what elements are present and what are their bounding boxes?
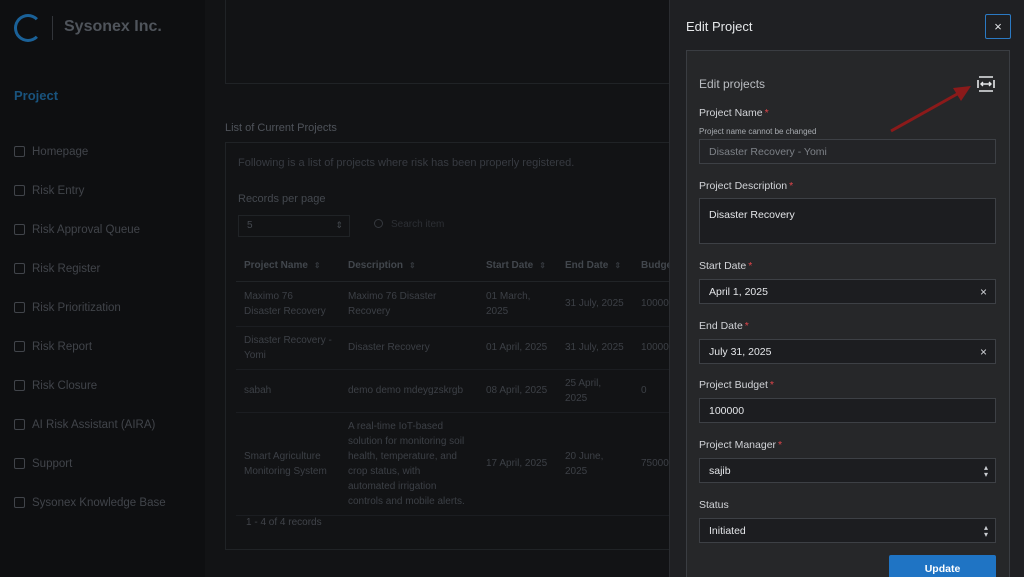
project-budget-label: Project Budget * <box>699 379 774 391</box>
project-name-field: Disaster Recovery - Yomi <box>699 139 996 164</box>
clear-start-date-icon[interactable]: × <box>980 285 987 299</box>
close-button[interactable]: × <box>985 14 1011 39</box>
edit-form-panel: Edit projects Project Name * Project name… <box>686 50 1010 577</box>
status-label: Status <box>699 499 729 511</box>
project-description-field[interactable]: Disaster Recovery <box>699 198 996 244</box>
edit-project-drawer: Edit Project × Edit projects Project Nam… <box>669 0 1024 577</box>
chevron-updown-icon: ▴ ▾ <box>983 463 988 479</box>
start-date-label: Start Date * <box>699 260 753 272</box>
project-budget-value: 100000 <box>709 404 745 417</box>
project-name-value: Disaster Recovery - Yomi <box>709 145 827 158</box>
start-date-value: April 1, 2025 <box>709 285 768 298</box>
expand-width-icon[interactable] <box>977 76 995 92</box>
project-description-label: Project Description * <box>699 180 794 192</box>
chevron-updown-icon: ▴ ▾ <box>983 523 988 539</box>
panel-title: Edit projects <box>699 77 766 91</box>
end-date-value: July 31, 2025 <box>709 345 772 358</box>
update-button[interactable]: Update <box>889 555 996 577</box>
project-manager-value: sajib <box>709 464 731 477</box>
status-select[interactable]: Initiated ▴ ▾ <box>699 518 996 543</box>
annotation-arrow-icon <box>890 86 971 133</box>
start-date-field[interactable]: April 1, 2025 × <box>699 279 996 304</box>
project-name-hint: Project name cannot be changed <box>699 127 817 136</box>
project-manager-select[interactable]: sajib ▴ ▾ <box>699 458 996 483</box>
clear-end-date-icon[interactable]: × <box>980 345 987 359</box>
drawer-title: Edit Project <box>686 19 753 34</box>
project-description-value: Disaster Recovery <box>709 209 795 221</box>
close-icon: × <box>994 19 1002 34</box>
project-name-label: Project Name * <box>699 107 769 119</box>
status-value: Initiated <box>709 524 746 537</box>
end-date-field[interactable]: July 31, 2025 × <box>699 339 996 364</box>
project-manager-label: Project Manager * <box>699 439 783 451</box>
project-budget-field[interactable]: 100000 <box>699 398 996 423</box>
end-date-label: End Date * <box>699 320 749 332</box>
